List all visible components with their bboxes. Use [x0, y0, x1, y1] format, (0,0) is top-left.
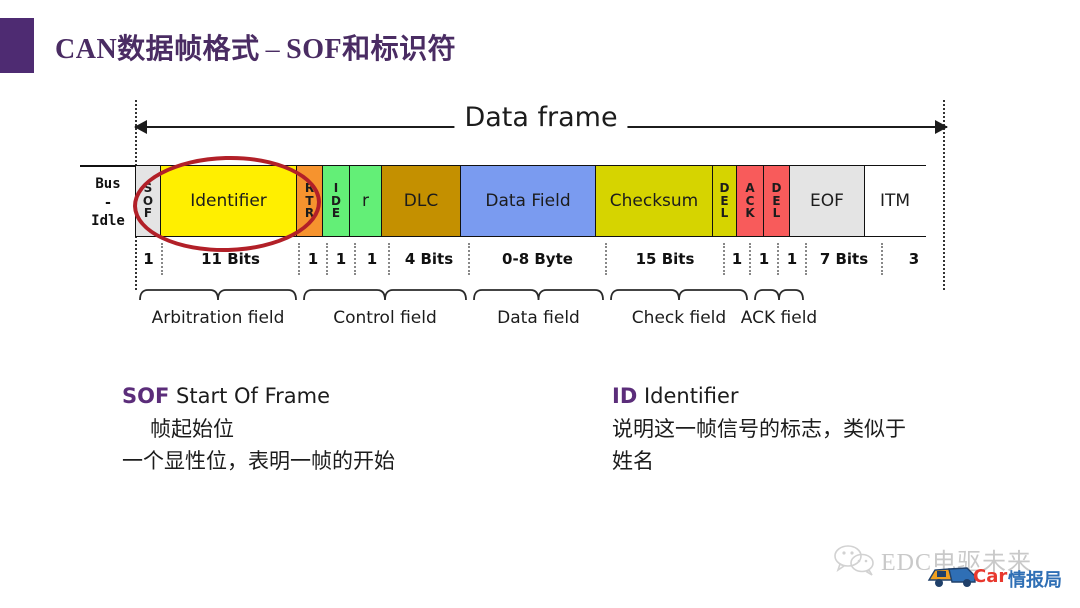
frame-field-rtr: RTR [295, 165, 324, 237]
legend-sof-abbr: SOF [122, 384, 170, 408]
frame-bits-data-field: 0-8 Byte [470, 243, 607, 275]
frame-field-label: DEL [771, 181, 782, 221]
frame-field-label: r [362, 191, 369, 211]
bus-idle-line3: Idle [91, 213, 125, 230]
data-frame-label: Data frame [454, 102, 628, 133]
frame-field-sof: SOF [134, 165, 162, 237]
frame-field-identifier: Identifier [160, 165, 297, 237]
frame-field-label: RTR [304, 181, 315, 221]
frame-field-checksum: Checksum [595, 165, 713, 237]
legend-sof-title: SOF Start Of Frame [122, 380, 395, 413]
legend-id: ID Identifier 说明这一帧信号的标志，类似于 姓名 [612, 380, 906, 478]
frame-bits-itm: 3 [908, 250, 920, 268]
legend-id-abbr: ID [612, 384, 638, 408]
legend-id-line3: 姓名 [612, 449, 654, 474]
frame-bits-ide: 1 [328, 243, 356, 275]
frame-field-label: Checksum [609, 191, 699, 211]
frame-field-label: ITM [879, 191, 911, 211]
frame-bits-checksum: 15 Bits [607, 243, 725, 275]
frame-field-label: SOF [142, 181, 154, 221]
watermark: EDC电驱未来 Car 情报局 [833, 538, 1073, 594]
frame-bits-identifier: 11 Bits [163, 243, 300, 275]
group-brace [473, 289, 604, 301]
frame-fields-row: S O F Identifier R T R I D E r DLC Data Field Checksu… [134, 165, 926, 237]
page-title: CAN数据帧格式 – SOF和标识符 [55, 27, 456, 67]
frame-bits-dlc: 4 Bits [390, 243, 470, 275]
group-brace [610, 289, 748, 301]
watermark-brand-cn: 情报局 [1008, 570, 1062, 591]
bus-idle-line2: - [103, 194, 113, 211]
bus-idle-line1: Bus [95, 175, 121, 192]
legend-sof-line2: 帧起始位 [150, 416, 234, 441]
frame-field-del1: DEL [711, 165, 738, 237]
legend-id-line2: 说明这一帧信号的标志，类似于 [612, 416, 906, 441]
frame-field-label: EOF [810, 191, 844, 211]
frame-bits-r: 1 [356, 243, 390, 275]
frame-field-itm: ITM [863, 165, 926, 237]
title-main: CAN数据帧格式 [55, 34, 260, 65]
frame-field-label: DEL [719, 181, 730, 221]
group-label: Arbitration field [151, 308, 285, 328]
span-arrow-right-icon [935, 120, 948, 134]
title-accent-square [0, 18, 34, 73]
legend-sof-line3: 一个显性位，表明一帧的开始 [122, 449, 395, 474]
group-brace [139, 289, 297, 301]
frame-field-label: IDE [331, 181, 341, 221]
frame-field-label: ACK [745, 181, 755, 221]
legend-id-title: ID Identifier [612, 380, 906, 413]
bus-idle-label: Bus - Idle [80, 165, 136, 239]
group-brace [303, 289, 467, 301]
group-label: ACK field [740, 308, 818, 328]
frame-bits-row: 1 11 Bits 1 1 1 4 Bits 0-8 Byte 15 Bits 1 1 1 7 Bit… [136, 243, 945, 275]
group-label: Control field [333, 308, 437, 328]
frame-bits-ack: 1 [751, 243, 779, 275]
frame-field-r: r [348, 165, 383, 237]
frame-field-eof: EOF [789, 165, 865, 237]
title-sub: SOF和标识符 [286, 34, 457, 65]
legend-sof-expansion: Start Of Frame [176, 384, 331, 408]
frame-bits-rtr: 1 [300, 243, 328, 275]
legend-id-expansion: Identifier [643, 384, 739, 408]
frame-field-del2: DEL [762, 165, 791, 237]
group-label: Check field [631, 308, 727, 328]
frame-field-label: Data Field [485, 191, 571, 211]
wechat-icon [834, 545, 874, 576]
frame-field-ide: IDE [322, 165, 350, 237]
span-arrow-left-icon [134, 120, 147, 134]
frame-field-data-field: Data Field [459, 165, 597, 237]
legend-sof: SOF Start Of Frame 帧起始位 一个显性位，表明一帧的开始 [122, 380, 395, 478]
watermark-brand-en: Car [973, 566, 1008, 587]
frame-field-dlc: DLC [381, 165, 461, 237]
frame-bits-del1: 1 [725, 243, 751, 275]
frame-bits-eof: 7 Bits [807, 243, 883, 275]
frame-field-label: Identifier [190, 191, 267, 211]
group-brace [754, 289, 804, 301]
frame-field-label: DLC [403, 191, 439, 211]
frame-field-ack: ACK [736, 165, 764, 237]
frame-bits-del2: 1 [779, 243, 807, 275]
frame-bits-sof: 1 [136, 243, 163, 275]
slide-root: CAN数据帧格式 – SOF和标识符 Data frame Bus - Idle S… [0, 0, 1080, 608]
group-label: Data field [497, 308, 580, 328]
data-frame-span: Data frame [134, 102, 948, 150]
title-dash: – [265, 34, 281, 65]
